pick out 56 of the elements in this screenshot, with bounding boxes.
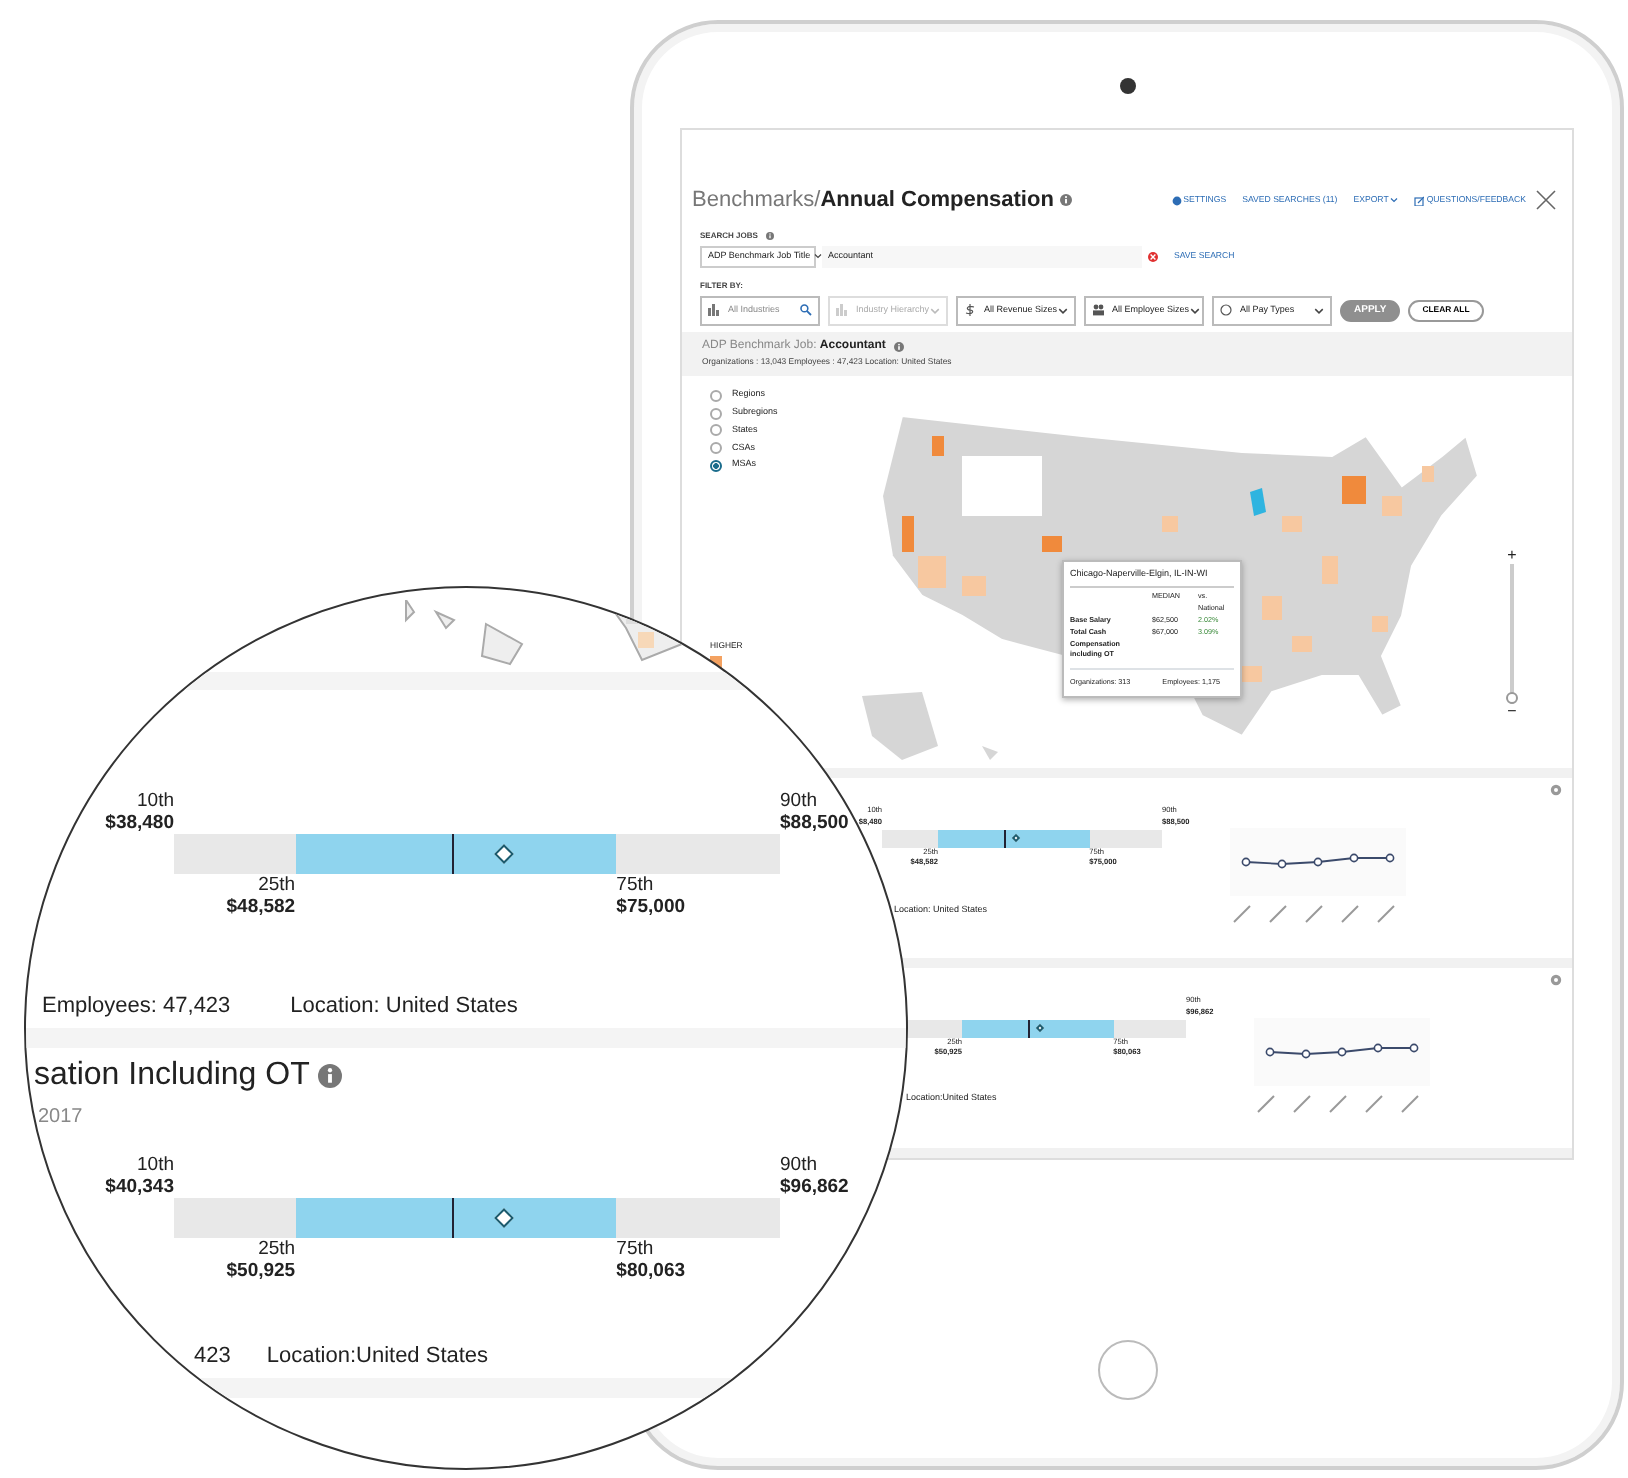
bar-chart-icon — [708, 304, 720, 317]
percentile-label: 90th — [780, 790, 819, 812]
clear-icon[interactable] — [1148, 251, 1158, 261]
breadcrumb-link[interactable]: Benchmarks/ — [692, 184, 821, 217]
section-subtitle: 2017 — [38, 1106, 85, 1130]
slider-thumb[interactable] — [1506, 691, 1518, 704]
percentile-label: 75th — [616, 874, 654, 896]
average-marker — [1012, 834, 1021, 843]
caret-icon — [1058, 305, 1068, 316]
caret-icon — [1189, 305, 1200, 316]
percentile-label: 10th — [135, 790, 174, 812]
dollar-icon — [964, 304, 976, 317]
location-text: Location:United States — [266, 1344, 489, 1368]
median-line — [452, 1198, 455, 1238]
people-icon — [1092, 304, 1104, 317]
info-icon — [1059, 194, 1072, 207]
percentile-value: $48,582 — [226, 896, 296, 918]
percentile-value: $88,500 — [780, 812, 849, 834]
info-icon — [893, 342, 904, 353]
percentile-label: 25th — [258, 874, 296, 896]
percentile-label: 10th — [135, 1154, 174, 1176]
close-icon[interactable] — [1536, 190, 1556, 211]
location-text: Location: United States — [290, 994, 518, 1018]
employees-count: Employees: 47,423 — [42, 994, 231, 1018]
caret-icon — [814, 252, 823, 260]
average-marker — [1036, 1023, 1045, 1033]
bar-chart-icon — [836, 304, 848, 317]
camera-dot — [1119, 78, 1135, 94]
percentile-label: 25th — [258, 1238, 296, 1260]
median-line — [1028, 1019, 1031, 1038]
average-marker — [494, 1208, 514, 1228]
percentile-value: $75,000 — [616, 896, 686, 918]
zoom-in-button[interactable]: + — [1507, 548, 1517, 565]
circle-icon — [1220, 304, 1232, 317]
info-icon — [765, 231, 774, 239]
caret-icon — [1314, 305, 1324, 316]
home-button[interactable] — [1097, 1340, 1157, 1400]
percentile-label: 90th — [780, 1154, 819, 1176]
employees-count: 423 — [194, 1344, 231, 1368]
percentile-label: 75th — [616, 1238, 654, 1260]
percentile-value: $50,925 — [226, 1260, 296, 1282]
search-icon — [800, 304, 812, 317]
caret-icon — [930, 305, 940, 316]
average-marker — [494, 844, 514, 864]
percentile-value: $80,063 — [616, 1260, 686, 1282]
caret-icon — [1390, 196, 1399, 205]
percentile-value: $96,862 — [780, 1176, 849, 1198]
info-icon — [317, 1064, 342, 1088]
percentile-value: $38,480 — [103, 812, 174, 834]
page-title: Annual Compensation — [820, 186, 1054, 216]
median-line — [1004, 829, 1007, 848]
percentile-value: $40,343 — [103, 1176, 174, 1198]
section-title: sation Including OT — [34, 1058, 310, 1094]
median-line — [452, 834, 455, 874]
external-link-icon — [1414, 195, 1425, 206]
zoom-out-button[interactable]: − — [1507, 704, 1517, 721]
